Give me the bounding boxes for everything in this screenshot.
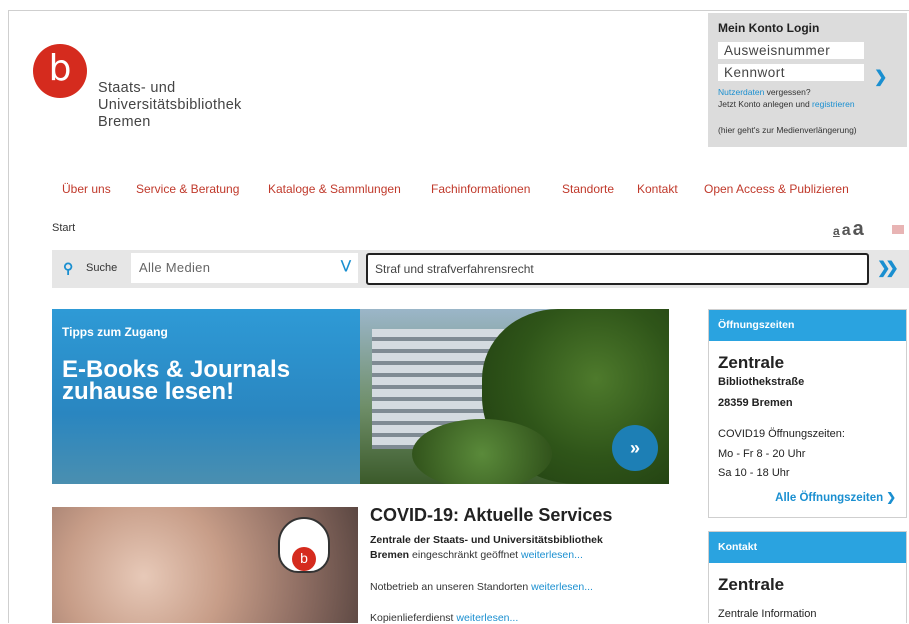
library-card-field[interactable]: Ausweisnummer bbox=[718, 42, 864, 59]
hero-tip: Tipps zum Zugang bbox=[62, 325, 168, 339]
nav-item-fachinformationen[interactable]: Fachinformationen bbox=[431, 182, 530, 196]
all-hours-label: Alle Öffnungszeiten bbox=[775, 492, 884, 504]
street: Bibliothekstraße bbox=[718, 376, 805, 388]
logo-icon[interactable]: b bbox=[33, 44, 87, 98]
covid-p1-bold2: Bremen bbox=[370, 549, 410, 561]
font-size-large[interactable]: a bbox=[853, 218, 864, 240]
opening-hours-box: Öffnungszeiten Zentrale Bibliothekstraße… bbox=[708, 309, 907, 518]
contact-line: Zentrale Information bbox=[718, 608, 817, 620]
read-more-link[interactable]: weiterlesen... bbox=[521, 549, 583, 561]
covid-title[interactable]: COVID-19: Aktuelle Services bbox=[370, 505, 612, 526]
font-size-medium[interactable]: a bbox=[842, 222, 851, 239]
breadcrumb[interactable]: Start bbox=[52, 222, 75, 234]
logo-mask-icon: b bbox=[292, 547, 316, 571]
register-line: Jetzt Konto anlegen und registrieren bbox=[718, 99, 855, 109]
covid-p2-text: Notbetrieb an unseren Standorten bbox=[370, 581, 532, 593]
covid-p1-line2: Bremen eingeschränkt geöffnet weiterlese… bbox=[370, 549, 583, 561]
font-size-small[interactable]: a bbox=[833, 224, 840, 238]
hours-line: Sa 10 - 18 Uhr bbox=[718, 467, 790, 479]
nav-item-standorte[interactable]: Standorte bbox=[562, 182, 614, 196]
nav-item-ueber-uns[interactable]: Über uns bbox=[62, 182, 111, 196]
chevron-down-icon[interactable]: ⋁ bbox=[341, 258, 351, 272]
register-text: Jetzt Konto anlegen und bbox=[718, 99, 813, 109]
logo-line: Universitätsbibliothek bbox=[98, 97, 242, 113]
font-size-switcher: aaa bbox=[833, 218, 864, 241]
hero-banner[interactable]: Tipps zum Zugang E-Books & Journals zuha… bbox=[52, 309, 669, 484]
login-title: Mein Konto Login bbox=[718, 21, 820, 35]
covid-p1-bold: Zentrale der Staats- und Universitätsbib… bbox=[370, 534, 603, 546]
hero-headline-line: zuhause lesen! bbox=[62, 378, 235, 405]
renewal-note[interactable]: (hier geht's zur Medienverlängerung) bbox=[718, 125, 857, 135]
register-link[interactable]: registrieren bbox=[812, 99, 855, 109]
forgot-link[interactable]: Nutzerdaten bbox=[718, 87, 764, 97]
covid-p3-text: Kopienlieferdienst bbox=[370, 612, 457, 624]
covid-p1-text: eingeschränkt geöffnet bbox=[409, 549, 521, 561]
forgot-line: Nutzerdaten vergessen? bbox=[718, 87, 811, 97]
chevron-right-icon: ❯ bbox=[886, 492, 896, 504]
covid-p1-line1: Zentrale der Staats- und Universitätsbib… bbox=[370, 534, 603, 546]
nav-item-kataloge[interactable]: Kataloge & Sammlungen bbox=[268, 182, 401, 196]
location-name: Zentrale bbox=[718, 353, 785, 372]
login-submit-icon[interactable]: ❯ bbox=[874, 67, 887, 87]
city: 28359 Bremen bbox=[718, 397, 793, 409]
read-more-link[interactable]: weiterlesen... bbox=[531, 581, 593, 593]
password-field[interactable]: Kennwort bbox=[718, 64, 864, 81]
logo-text[interactable]: Staats- und Universitätsbibliothek Breme… bbox=[98, 80, 242, 131]
search-scope-select[interactable]: Alle Medien bbox=[131, 253, 358, 283]
language-flag-icon[interactable] bbox=[892, 225, 904, 234]
hero-headline: E-Books & Journals zuhause lesen! bbox=[62, 358, 290, 405]
search-label: Suche bbox=[86, 262, 118, 274]
contact-box: Kontakt Zentrale Zentrale Information bbox=[708, 531, 907, 623]
all-hours-link[interactable]: Alle Öffnungszeiten ❯ bbox=[775, 490, 896, 504]
search-input[interactable]: Straf und strafverfahrensrecht bbox=[366, 253, 869, 285]
search-icon: ⚲ bbox=[63, 260, 74, 276]
logo-line: Staats- und bbox=[98, 80, 176, 96]
covid-image[interactable]: b bbox=[52, 507, 358, 623]
read-more-link[interactable]: weiterlesen... bbox=[456, 612, 518, 624]
forgot-text: vergessen? bbox=[764, 87, 811, 97]
hours-line: COVID19 Öffnungszeiten: bbox=[718, 428, 845, 440]
search-submit-icon[interactable]: ❯❯ bbox=[877, 258, 899, 278]
hours-line: Mo - Fr 8 - 20 Uhr bbox=[718, 448, 806, 460]
covid-p3: Kopienlieferdienst weiterlesen... bbox=[370, 612, 518, 624]
opening-hours-header: Öffnungszeiten bbox=[709, 310, 906, 341]
contact-name: Zentrale bbox=[718, 575, 785, 594]
login-panel: Mein Konto Login Ausweisnummer Kennwort … bbox=[708, 13, 907, 147]
nav-item-service[interactable]: Service & Beratung bbox=[136, 182, 239, 196]
nav-item-kontakt[interactable]: Kontakt bbox=[637, 182, 678, 196]
hero-next-icon[interactable]: » bbox=[612, 425, 658, 471]
covid-p2: Notbetrieb an unseren Standorten weiterl… bbox=[370, 581, 593, 593]
hero-tree bbox=[412, 419, 552, 484]
contact-header: Kontakt bbox=[709, 532, 906, 563]
nav-item-open-access[interactable]: Open Access & Publizieren bbox=[704, 182, 849, 196]
logo-line: Bremen bbox=[98, 114, 151, 130]
